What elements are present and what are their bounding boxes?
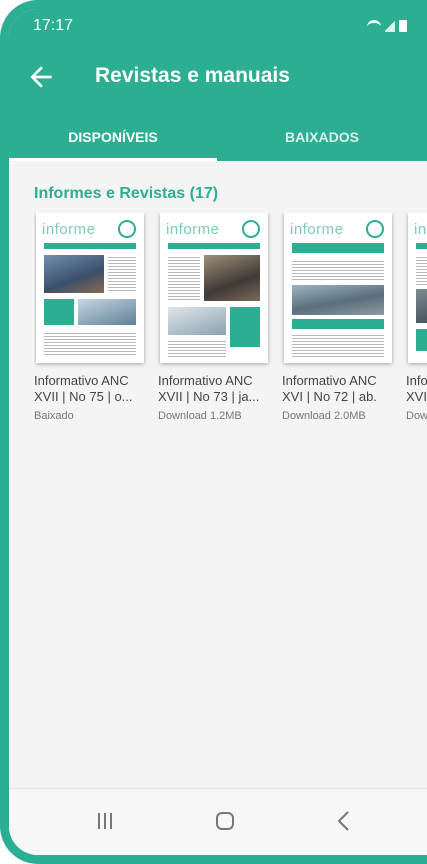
cover-photo: [78, 299, 136, 325]
battery-icon: [399, 20, 407, 32]
cover-text: [108, 255, 136, 293]
phone-screen: 17:17 Revistas e manuais DISPONÍVEIS BAI…: [0, 0, 427, 864]
cover-logo-icon: [242, 220, 260, 238]
publication-cover[interactable]: informe: [36, 213, 144, 363]
content-area: Informes e Revistas (17) informe Informa…: [9, 161, 427, 855]
app-bar: Revistas e manuais: [9, 43, 427, 115]
cover-box: [230, 307, 260, 347]
cover-text: [416, 255, 427, 285]
recents-icon: [98, 813, 112, 829]
status-time: 17:17: [33, 17, 74, 34]
cover-brand: informe: [166, 221, 220, 238]
cover-text: [292, 333, 384, 357]
cover-photo: [292, 285, 384, 315]
arrow-left-icon: [30, 66, 52, 88]
publication-title-line1: Informativo ANC: [282, 373, 377, 388]
cover-photo: [416, 289, 427, 323]
tab-label: BAIXADOS: [285, 129, 359, 145]
publication-title-line2: XVII | No 75 | o...: [34, 389, 133, 404]
cover-logo-icon: [366, 220, 384, 238]
publication-title-line1: Informativo ANC: [158, 373, 253, 388]
wifi-icon: [367, 20, 381, 34]
back-button[interactable]: [25, 61, 57, 93]
tab-label: DISPONÍVEIS: [68, 129, 158, 145]
cover-box: [292, 319, 384, 329]
system-indicators: [367, 20, 411, 33]
tab-baixados[interactable]: BAIXADOS: [217, 115, 427, 161]
cover-brand: inf: [414, 221, 427, 238]
publication-carousel[interactable]: informe Informativo ANC XVII | No 75 | o…: [34, 213, 427, 433]
tab-bar: DISPONÍVEIS BAIXADOS: [9, 115, 427, 161]
chevron-left-icon: [337, 811, 349, 831]
system-back-button[interactable]: [324, 803, 364, 839]
cover-text: [168, 255, 200, 301]
home-icon: [216, 812, 234, 830]
cover-photo: [44, 255, 104, 293]
publication-title-line2: XVII | No 73 | ja...: [158, 389, 260, 404]
publication-cover[interactable]: informe: [284, 213, 392, 363]
home-button[interactable]: [205, 803, 245, 839]
cover-headline: [44, 243, 136, 249]
cover-headline: [292, 243, 384, 253]
system-navigation-bar: [9, 788, 427, 855]
download-status: Download 1.2MB: [158, 410, 242, 422]
download-status: Baixado: [34, 410, 74, 422]
cover-text: [44, 331, 136, 355]
cover-photo: [168, 307, 226, 335]
publication-title-line1: Info: [406, 373, 427, 388]
cover-logo-icon: [118, 220, 136, 238]
publication-cover[interactable]: informe: [160, 213, 268, 363]
cover-text: [292, 259, 384, 281]
cover-headline: [168, 243, 260, 249]
page-title: Revistas e manuais: [95, 64, 290, 87]
publication-cover[interactable]: inf: [408, 213, 427, 363]
section-title[interactable]: Informes e Revistas (17): [34, 185, 218, 203]
cover-box: [416, 329, 427, 351]
cover-headline: [416, 243, 427, 249]
cover-brand: informe: [290, 221, 344, 238]
cover-text: [168, 339, 226, 357]
publication-title-line2: XVI: [406, 389, 427, 404]
publication-title-line1: Informativo ANC: [34, 373, 129, 388]
publication-title-line2: XVI | No 72 | ab.: [282, 389, 377, 404]
tab-disponiveis[interactable]: DISPONÍVEIS: [9, 115, 217, 161]
recents-button[interactable]: [85, 803, 125, 839]
download-status: Dow: [406, 410, 427, 422]
status-bar: 17:17: [9, 9, 427, 43]
cover-box: [44, 299, 74, 325]
cover-brand: informe: [42, 221, 96, 238]
download-status: Download 2.0MB: [282, 410, 366, 422]
signal-icon: [385, 20, 395, 32]
cover-photo: [204, 255, 260, 301]
